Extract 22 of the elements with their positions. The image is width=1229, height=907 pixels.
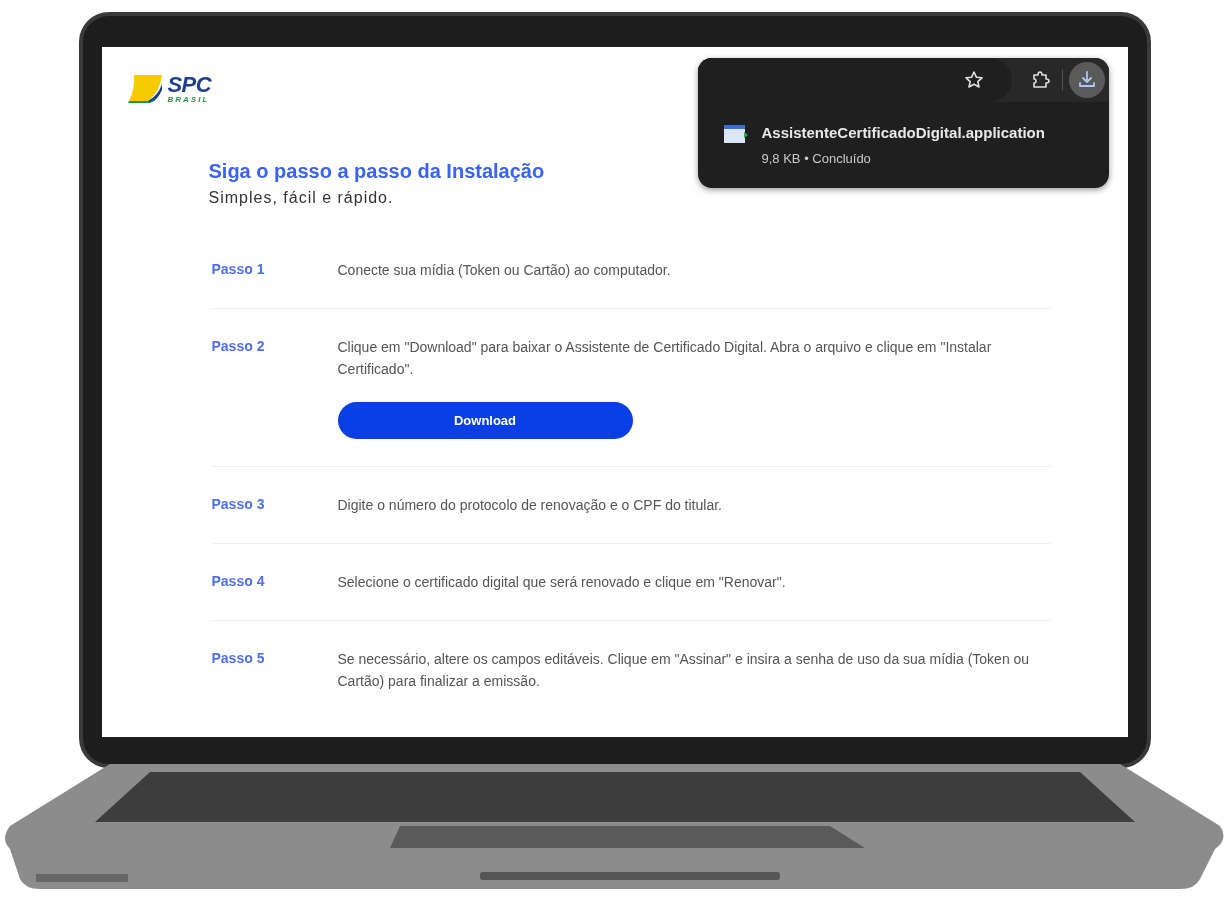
heading: Siga o passo a passo da Instalação — [208, 159, 545, 184]
file-name: AssistenteCertificadoDigital.application — [761, 123, 1045, 143]
step-text: Conecte sua mídia (Token ou Cartão) ao computador. — [337, 261, 671, 280]
downloads-button[interactable] — [1068, 62, 1105, 98]
step-label: Passo 4 — [211, 572, 266, 591]
step-text: Selecione o certificado digital que será renovado e clique em "Renovar". — [337, 573, 786, 592]
download-icon — [1076, 70, 1097, 90]
subtitle: Simples, fácil e rápido. — [208, 188, 394, 208]
step-label: Passo 5 — [211, 649, 266, 668]
file-icon — [723, 125, 748, 143]
step-label: Passo 3 — [211, 495, 266, 514]
step-label: Passo 2 — [211, 337, 266, 356]
star-icon — [963, 70, 984, 90]
step-text: Se necessário, altere os campos editáveis. Clique em "Assinar" e insira a senha de uso da sua mídia (Token ou Cartão) para finalizar a emissão. — [337, 650, 1031, 691]
logo-icon — [127, 74, 164, 104]
step-text: Clique em "Download" para baixar o Assistente de Certificado Digital. Abra o arquivo e clique em "Instalar Certificado". — [337, 338, 993, 379]
step-text: Digite o número do protocolo de renovação e o CPF do titular. — [337, 496, 722, 515]
logo-name: SPC — [167, 74, 212, 96]
step-label: Passo 1 — [211, 260, 266, 279]
download-button[interactable]: Download — [337, 402, 633, 439]
logo-tagline: BRASIL — [167, 96, 211, 104]
file-status: 9,8 KB • Concluído — [761, 149, 872, 168]
